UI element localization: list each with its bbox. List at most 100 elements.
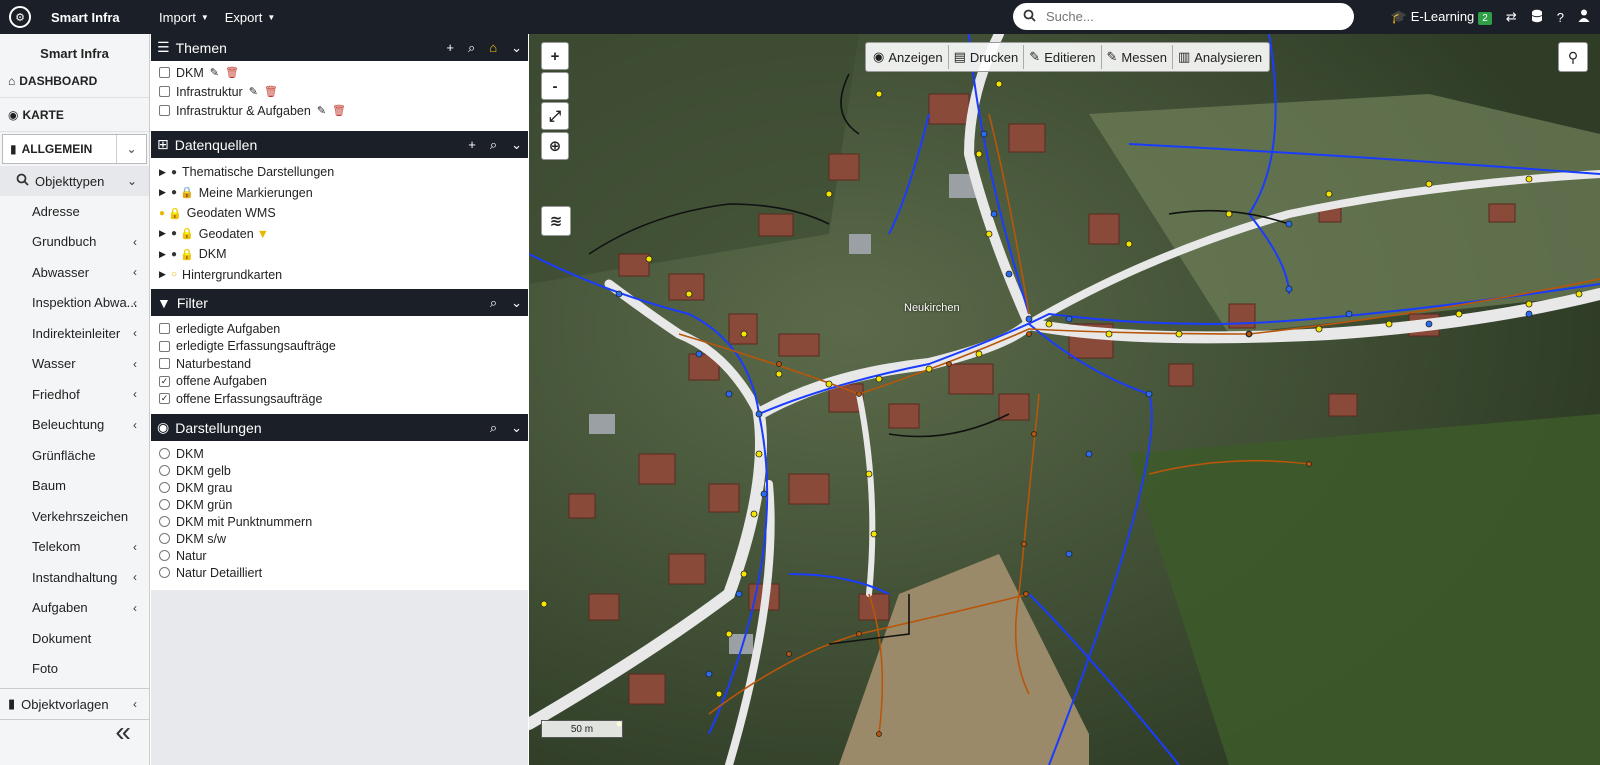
chevron-down-icon[interactable]: ⌄: [511, 137, 522, 153]
elearning-link[interactable]: 🎓 E-Learning 2: [1391, 9, 1492, 25]
chevron-down-icon[interactable]: ⌄: [116, 135, 146, 163]
add-icon[interactable]: +: [446, 40, 454, 55]
datenquelle-item[interactable]: ▶ ● 🔒 Geodaten ▼: [151, 224, 528, 245]
lightbulb-icon[interactable]: ○: [171, 269, 177, 280]
sidebar-item-grundbuch[interactable]: Grundbuch ‹: [0, 227, 149, 258]
themen-label[interactable]: Infrastruktur: [176, 85, 243, 99]
add-icon[interactable]: +: [468, 137, 476, 152]
sidebar-item-foto[interactable]: Foto: [0, 654, 149, 685]
lightbulb-icon[interactable]: ●: [171, 187, 177, 198]
search-input[interactable]: [1046, 9, 1326, 24]
datenquelle-item[interactable]: ● 🔒 Geodaten WMS: [151, 203, 528, 224]
filter-icon[interactable]: ▼: [257, 227, 269, 241]
sidebar-item-adresse[interactable]: Adresse: [0, 196, 149, 227]
unlock-icon[interactable]: 🔒: [180, 248, 194, 261]
sidebar-item-telekom[interactable]: Telekom ‹: [0, 532, 149, 563]
darstellung-item[interactable]: DKM grau: [151, 479, 528, 496]
darstellung-radio[interactable]: [159, 516, 170, 527]
sidebar-item-indirekteinleiter[interactable]: Indirekteinleiter ‹: [0, 318, 149, 349]
database-icon[interactable]: [1531, 9, 1543, 26]
sidebar-item-dokument[interactable]: Dokument: [0, 623, 149, 654]
darstellung-radio[interactable]: [159, 550, 170, 561]
zoom-out-button[interactable]: -: [541, 72, 569, 100]
expand-triangle-icon[interactable]: ▶: [159, 187, 168, 198]
darstellung-item[interactable]: DKM: [151, 445, 528, 462]
expand-triangle-icon[interactable]: ▶: [159, 269, 168, 280]
map-canvas[interactable]: Neukirchen + - ⤢ ⊕ ≋ ◉ Anzeigen ▤ Drucken …: [529, 34, 1600, 765]
darstellung-item[interactable]: Natur Detailliert: [151, 564, 528, 581]
themen-checkbox[interactable]: [159, 86, 170, 97]
sidebar-item-verkehrszeichen[interactable]: Verkehrszeichen: [0, 501, 149, 532]
unlock-icon[interactable]: 🔒: [180, 227, 194, 240]
darstellung-radio[interactable]: [159, 533, 170, 544]
search-icon[interactable]: ⌕: [490, 137, 497, 153]
themen-checkbox[interactable]: [159, 67, 170, 78]
darstellung-radio[interactable]: [159, 567, 170, 578]
sidebar-item-baum[interactable]: Baum: [0, 471, 149, 502]
themen-label[interactable]: DKM: [176, 66, 204, 80]
pencil-icon[interactable]: ✎: [317, 104, 326, 117]
locate-button[interactable]: ⊕: [541, 132, 569, 160]
help-icon[interactable]: ?: [1557, 10, 1564, 25]
lightbulb-icon[interactable]: ●: [171, 249, 177, 260]
sidebar-item-wasser[interactable]: Wasser ‹: [0, 349, 149, 380]
import-menu[interactable]: Import ▼: [159, 10, 209, 25]
darstellung-item[interactable]: DKM grün: [151, 496, 528, 513]
filter-checkbox[interactable]: [159, 340, 170, 352]
exchange-icon[interactable]: ⇄: [1506, 9, 1517, 25]
layer-switcher-button[interactable]: ≋: [541, 206, 571, 236]
sidebar-item-abwasser[interactable]: Abwasser ‹: [0, 257, 149, 288]
sidebar-item-inspektion-abwa[interactable]: Inspektion Abwa... ‹: [0, 288, 149, 319]
filter-label[interactable]: Naturbestand: [176, 357, 251, 371]
filter-label[interactable]: offene Erfassungsaufträge: [176, 392, 322, 406]
zoom-in-button[interactable]: +: [541, 42, 569, 70]
chevron-down-icon[interactable]: ⌄: [511, 295, 522, 311]
filter-checkbox[interactable]: [159, 358, 170, 370]
datenquelle-item[interactable]: ▶ ○ Hintergrundkarten: [151, 265, 528, 286]
user-icon[interactable]: [1578, 9, 1590, 25]
search-icon[interactable]: ⌕: [468, 40, 475, 56]
expand-triangle-icon[interactable]: ▶: [159, 167, 168, 178]
lightbulb-icon[interactable]: ●: [171, 228, 177, 239]
sidebar-item-map[interactable]: ◉ KARTE: [0, 98, 149, 132]
datenquelle-item[interactable]: ▶ ● 🔒 DKM: [151, 244, 528, 265]
search-icon[interactable]: ⌕: [490, 420, 497, 436]
app-logo-icon[interactable]: ⚙: [9, 6, 31, 28]
trash-icon[interactable]: 🗑: [225, 66, 239, 79]
filter-label[interactable]: erledigte Aufgaben: [176, 322, 280, 336]
sidebar-item-friedhof[interactable]: Friedhof ‹: [0, 379, 149, 410]
sidebar-item-instandhaltung[interactable]: Instandhaltung ‹: [0, 562, 149, 593]
tool-messen-button[interactable]: ✎ Messen: [1100, 45, 1172, 69]
tool-drucken-button[interactable]: ▤ Drucken: [947, 45, 1024, 69]
chevron-down-icon[interactable]: ⌄: [511, 40, 522, 56]
darstellung-radio[interactable]: [159, 465, 170, 476]
darstellung-item[interactable]: Natur: [151, 547, 528, 564]
themen-checkbox[interactable]: [159, 105, 170, 116]
pencil-icon[interactable]: ✎: [210, 66, 219, 79]
filter-checkbox[interactable]: ✓: [159, 375, 170, 387]
category-select[interactable]: ▮ ALLGEMEIN ⌄: [2, 134, 147, 164]
lightbulb-icon[interactable]: ●: [171, 167, 177, 178]
app-name[interactable]: Smart Infra: [51, 10, 159, 25]
sidebar-item-aufgaben[interactable]: Aufgaben ‹: [0, 593, 149, 624]
expand-triangle-icon[interactable]: ▶: [159, 249, 168, 260]
tool-editieren-button[interactable]: ✎ Editieren: [1023, 45, 1100, 69]
darstellung-item[interactable]: DKM gelb: [151, 462, 528, 479]
collapse-sidebar-icon[interactable]: «: [115, 716, 131, 748]
trash-icon[interactable]: 🗑: [332, 104, 346, 117]
lightbulb-icon[interactable]: ●: [159, 208, 165, 219]
sidebar-item-dashboard[interactable]: ⌂ DASHBOARD: [0, 64, 149, 98]
add-marker-button[interactable]: ⚲: [1558, 42, 1588, 72]
fullscreen-button[interactable]: ⤢: [541, 102, 569, 130]
expand-triangle-icon[interactable]: ▶: [159, 228, 168, 239]
filter-label[interactable]: erledigte Erfassungsaufträge: [176, 339, 336, 353]
darstellung-item[interactable]: DKM mit Punktnummern: [151, 513, 528, 530]
filter-label[interactable]: offene Aufgaben: [176, 374, 267, 388]
darstellung-radio[interactable]: [159, 482, 170, 493]
home-icon[interactable]: ⌂: [489, 40, 497, 55]
tool-anzeigen-button[interactable]: ◉ Anzeigen: [868, 45, 948, 69]
unlock-icon[interactable]: 🔒: [168, 207, 182, 220]
filter-checkbox[interactable]: [159, 323, 170, 335]
darstellung-item[interactable]: DKM s/w: [151, 530, 528, 547]
export-menu[interactable]: Export ▼: [225, 10, 276, 25]
